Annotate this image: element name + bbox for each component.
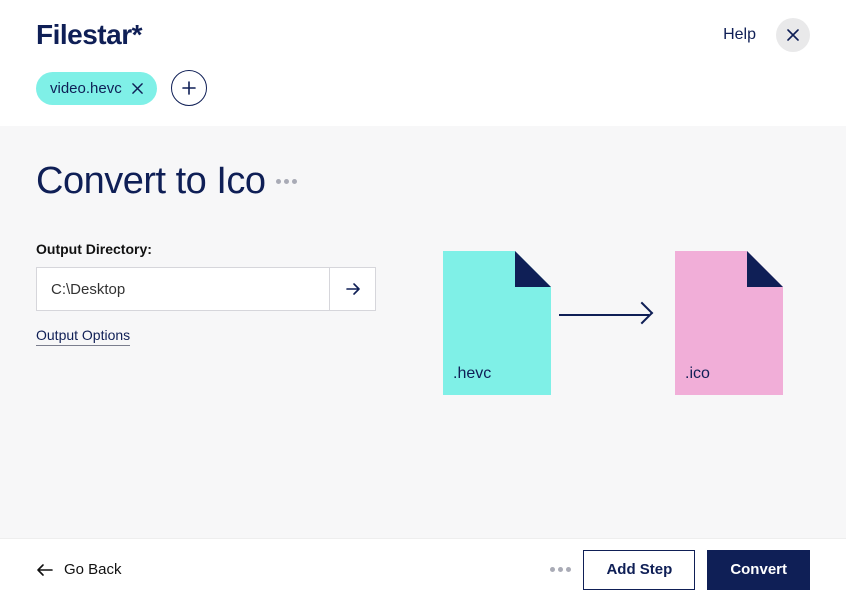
output-directory-label: Output Directory:: [36, 241, 376, 257]
browse-directory-button[interactable]: [330, 267, 376, 311]
close-button[interactable]: [776, 18, 810, 52]
target-ext-label: .ico: [685, 365, 710, 383]
add-file-button[interactable]: [171, 70, 207, 106]
conversion-diagram: .hevc .ico: [443, 251, 783, 395]
convert-button[interactable]: Convert: [707, 550, 810, 590]
go-back-button[interactable]: Go Back: [36, 561, 122, 578]
help-link[interactable]: Help: [723, 26, 756, 44]
footer-more-button[interactable]: [550, 567, 571, 572]
page-fold-icon: [515, 251, 551, 287]
file-chip-label: video.hevc: [50, 80, 122, 97]
output-options-link[interactable]: Output Options: [36, 327, 130, 346]
more-icon: [276, 179, 281, 184]
page-fold-icon: [747, 251, 783, 287]
close-icon: [132, 83, 143, 94]
target-file-icon: .ico: [675, 251, 783, 395]
output-directory-input[interactable]: [36, 267, 330, 311]
go-back-label: Go Back: [64, 561, 122, 578]
remove-file-button[interactable]: [132, 83, 143, 94]
page-title: Convert to Ico: [36, 160, 266, 203]
arrow-right-icon: [344, 280, 362, 298]
more-icon: [550, 567, 555, 572]
file-chip[interactable]: video.hevc: [36, 72, 157, 105]
arrow-right-icon: [559, 314, 649, 316]
close-icon: [787, 29, 799, 41]
app-logo: Filestar*: [36, 19, 142, 51]
arrow-left-icon: [36, 563, 54, 577]
source-ext-label: .hevc: [453, 365, 491, 383]
source-file-icon: .hevc: [443, 251, 551, 395]
title-more-button[interactable]: [276, 179, 297, 184]
plus-icon: [182, 81, 196, 95]
add-step-button[interactable]: Add Step: [583, 550, 695, 590]
